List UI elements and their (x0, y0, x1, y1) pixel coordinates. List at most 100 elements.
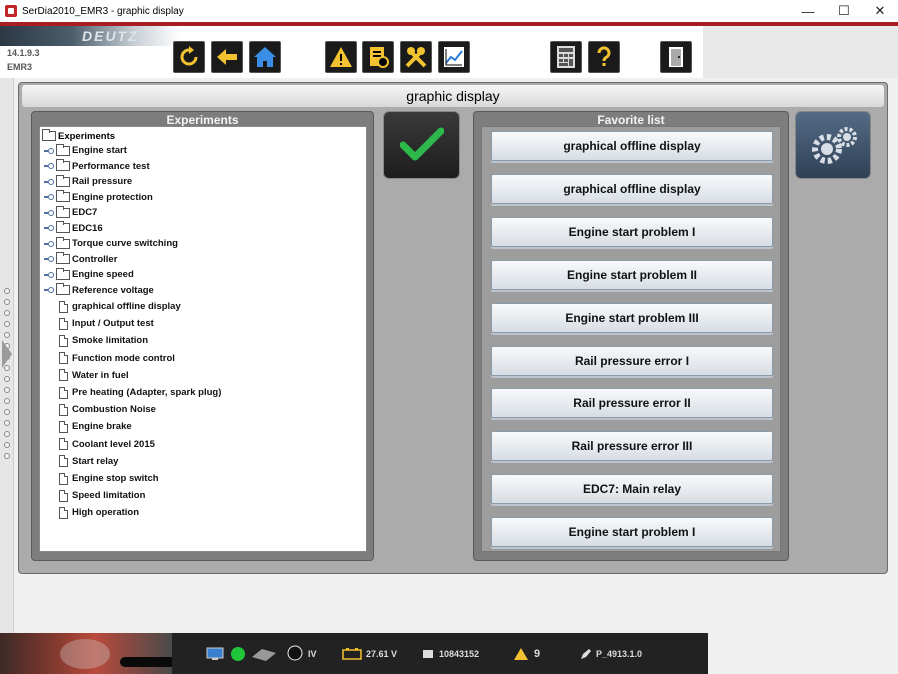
tree-folder-item[interactable]: EDC16 (44, 221, 103, 236)
brand-logo: DEUTZ (0, 26, 180, 46)
tree-folder-label: Engine protection (72, 191, 153, 203)
interface-indicator: IV (286, 645, 317, 663)
chart-icon (444, 47, 464, 67)
tree-document-label: Engine brake (72, 421, 132, 433)
experiments-group: Experiments Experiments Engine start Perf… (31, 111, 374, 561)
tree-folder-label: Torque curve switching (72, 238, 178, 249)
expand-icon[interactable] (44, 162, 54, 170)
battery-voltage: 27.61 V (342, 645, 397, 663)
home-button[interactable] (249, 41, 281, 73)
chart-button[interactable] (438, 41, 470, 73)
folder-icon (42, 129, 56, 141)
variant-label: EMR3 (7, 62, 33, 72)
tree-folder-label: Reference voltage (72, 284, 154, 296)
favorite-item-button[interactable]: Engine start problem I (491, 517, 773, 548)
confirm-button[interactable] (383, 111, 460, 179)
settings-button[interactable] (795, 111, 871, 179)
exit-button[interactable] (660, 41, 692, 73)
refresh-button[interactable] (173, 41, 205, 73)
help-button[interactable] (588, 41, 620, 73)
connection-status-icon (230, 645, 246, 663)
document-icon (59, 455, 68, 468)
folder-icon (56, 143, 70, 156)
tree-folder-item[interactable]: Engine start (44, 143, 127, 158)
favorite-list: graphical offline display graphical offli… (481, 126, 781, 552)
maximize-button[interactable]: ☐ (826, 0, 862, 22)
tree-document-item[interactable]: Engine brake (59, 419, 132, 434)
voltage-value: 27.61 V (366, 649, 398, 659)
help-icon (597, 46, 611, 66)
tree-document-item[interactable]: Function mode control (59, 351, 175, 366)
toolbar: DEUTZ 14.1.9.3 EMR3 (0, 26, 703, 78)
tree-document-item[interactable]: High operation (59, 505, 139, 520)
expand-icon[interactable] (44, 178, 54, 186)
tree-folder-label: Engine speed (72, 269, 134, 280)
tree-folder-item[interactable]: EDC7 (44, 205, 97, 220)
version-label: 14.1.9.3 (7, 48, 40, 58)
expand-side-panel-button[interactable] (2, 340, 12, 368)
tree-document-item[interactable]: Smoke limitation (59, 333, 148, 348)
folder-icon (56, 174, 70, 187)
main-panel: graphic display Experiments Experiments … (18, 82, 888, 574)
warning-button[interactable] (325, 41, 357, 73)
folder-icon (56, 190, 70, 202)
status-bar-filler (708, 633, 898, 674)
favorite-item-button[interactable]: Engine start problem III (491, 302, 773, 333)
arrow-left-icon (217, 49, 237, 65)
toolbar-filler (703, 26, 898, 78)
document-icon (59, 506, 68, 519)
warning-count[interactable]: 9 (514, 645, 540, 663)
tree-root-label: Experiments (58, 130, 116, 142)
tree-document-label: High operation (72, 507, 140, 519)
expand-icon[interactable] (44, 240, 54, 248)
tree-folder-item[interactable]: Engine speed (44, 267, 134, 282)
tree-folder-item[interactable]: Rail pressure (44, 174, 132, 189)
favorite-item-button[interactable]: Rail pressure error III (491, 431, 773, 462)
folder-icon (56, 252, 70, 264)
tree-document-item[interactable]: graphical offline display (59, 299, 181, 314)
expand-icon[interactable] (44, 147, 54, 155)
tree-document-item[interactable]: Pre heating (Adapter, spark plug) (59, 385, 221, 400)
expand-icon[interactable] (44, 271, 54, 279)
tree-folder-item[interactable]: Engine protection (44, 190, 153, 205)
document-icon (59, 352, 68, 365)
tree-folder-item[interactable]: Torque curve switching (44, 236, 178, 251)
close-button[interactable]: ✕ (862, 0, 898, 22)
tools-button[interactable] (400, 41, 432, 73)
expand-icon[interactable] (44, 209, 54, 217)
tree-folder-item[interactable]: Performance test (44, 159, 150, 174)
minimize-button[interactable]: — (790, 0, 826, 22)
interface-label: IV (308, 649, 317, 659)
back-button[interactable] (211, 41, 243, 73)
favorite-item-button[interactable]: graphical offline display (491, 131, 773, 161)
favorite-item-button[interactable]: Rail pressure error II (491, 388, 773, 419)
expand-icon[interactable] (44, 255, 54, 263)
calculator-button[interactable] (550, 41, 582, 73)
expand-icon[interactable] (44, 286, 54, 294)
tree-document-item[interactable]: Water in fuel (59, 368, 129, 383)
tree-document-label: Pre heating (Adapter, spark plug) (72, 387, 222, 398)
tree-folder-item[interactable]: Reference voltage (44, 283, 154, 298)
calculator-icon (557, 46, 575, 68)
favorite-item-button[interactable]: Engine start problem II (491, 259, 773, 290)
parameters-button[interactable] (362, 41, 394, 73)
tree-document-item[interactable]: Engine stop switch (59, 471, 159, 486)
favorite-item-button[interactable]: EDC7: Main relay (491, 474, 773, 505)
tree-root-experiments[interactable]: Experiments (42, 129, 115, 143)
home-icon (254, 47, 276, 67)
favorite-item-button[interactable]: Engine start problem I (491, 216, 773, 247)
expand-icon[interactable] (44, 224, 54, 232)
tree-document-item[interactable]: Input / Output test (59, 316, 154, 331)
folder-icon (56, 159, 70, 171)
tree-document-label: Combustion Noise (72, 404, 156, 416)
tree-document-item[interactable]: Speed limitation (59, 488, 145, 503)
expand-icon[interactable] (44, 193, 54, 201)
tree-document-item[interactable]: Start relay (59, 454, 118, 469)
tree-folder-label: Performance test (72, 160, 150, 172)
warning-icon (514, 648, 528, 660)
tree-folder-item[interactable]: Controller (44, 252, 117, 267)
favorite-item-button[interactable]: graphical offline display (491, 173, 773, 204)
tree-document-item[interactable]: Coolant level 2015 (59, 437, 155, 452)
tree-document-item[interactable]: Combustion Noise (59, 402, 156, 417)
favorite-item-button[interactable]: Rail pressure error I (491, 345, 773, 376)
